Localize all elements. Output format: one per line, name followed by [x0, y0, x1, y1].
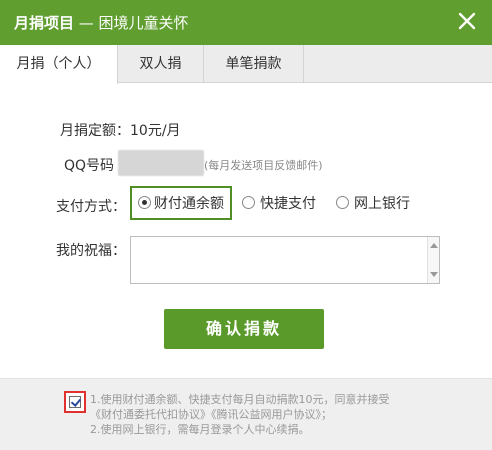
- close-icon[interactable]: [454, 8, 480, 34]
- agreement-note-line: 1.使用财付通余额、快捷支付每月自动捐款10元，同意并接受: [90, 393, 390, 406]
- qq-hint: (每月发送项目反馈邮件): [204, 159, 323, 172]
- radio-label: 财付通余额: [154, 196, 224, 212]
- radio-label: 快捷支付: [260, 196, 316, 212]
- scroll-up-arrow-icon[interactable]: [430, 243, 438, 248]
- radio-tenpay-balance[interactable]: 财付通余额: [130, 186, 232, 220]
- amount-value: 10元/月: [130, 123, 181, 139]
- qq-number-redacted: [118, 150, 204, 176]
- dialog-titlebar: 月捐项目 — 困境儿童关怀: [0, 0, 492, 45]
- tab-single-donation[interactable]: 单笔捐款: [204, 45, 304, 83]
- radio-label: 网上银行: [354, 196, 410, 212]
- payment-method-label: 支付方式：: [56, 199, 126, 215]
- tab-double-donation[interactable]: 双人捐: [118, 45, 204, 83]
- scroll-down-arrow-icon[interactable]: [430, 272, 438, 277]
- tab-monthly-personal[interactable]: 月捐（个人）: [0, 45, 118, 84]
- radio-unchecked-icon[interactable]: [242, 196, 255, 209]
- qq-label: QQ号码: [64, 158, 115, 174]
- wish-textarea[interactable]: [130, 236, 440, 284]
- dialog-title: 月捐项目 — 困境儿童关怀: [14, 12, 189, 33]
- dialog-title-project: 月捐项目: [14, 14, 75, 32]
- tab-bar: 月捐（个人） 双人捐 单笔捐款: [0, 45, 492, 84]
- radio-quick-pay[interactable]: 快捷支付: [242, 186, 332, 220]
- textarea-scrollbar[interactable]: [427, 237, 439, 283]
- agreement-note-line: 2.使用网上银行，需每月登录个人中心续捐。: [90, 423, 310, 436]
- radio-unchecked-icon[interactable]: [336, 196, 349, 209]
- agreement-footer: 1.使用财付通余额、快捷支付每月自动捐款10元，同意并接受 《财付通委托代扣协议…: [0, 378, 492, 450]
- checkbox-checked-icon[interactable]: [69, 396, 81, 408]
- radio-online-bank[interactable]: 网上银行: [336, 186, 426, 220]
- radio-checked-icon[interactable]: [138, 196, 151, 209]
- agreement-links-line[interactable]: 《财付通委托代扣协议》《腾讯公益网用户协议》；: [90, 407, 480, 422]
- dialog-title-subtitle: — 困境儿童关怀: [74, 14, 189, 32]
- amount-label: 月捐定额：: [60, 123, 130, 139]
- agree-checkbox[interactable]: [64, 391, 86, 413]
- wish-label: 我的祝福：: [56, 243, 126, 259]
- agreement-notes: 1.使用财付通余额、快捷支付每月自动捐款10元，同意并接受 《财付通委托代扣协议…: [90, 392, 480, 437]
- confirm-donation-button[interactable]: 确认捐款: [164, 309, 324, 349]
